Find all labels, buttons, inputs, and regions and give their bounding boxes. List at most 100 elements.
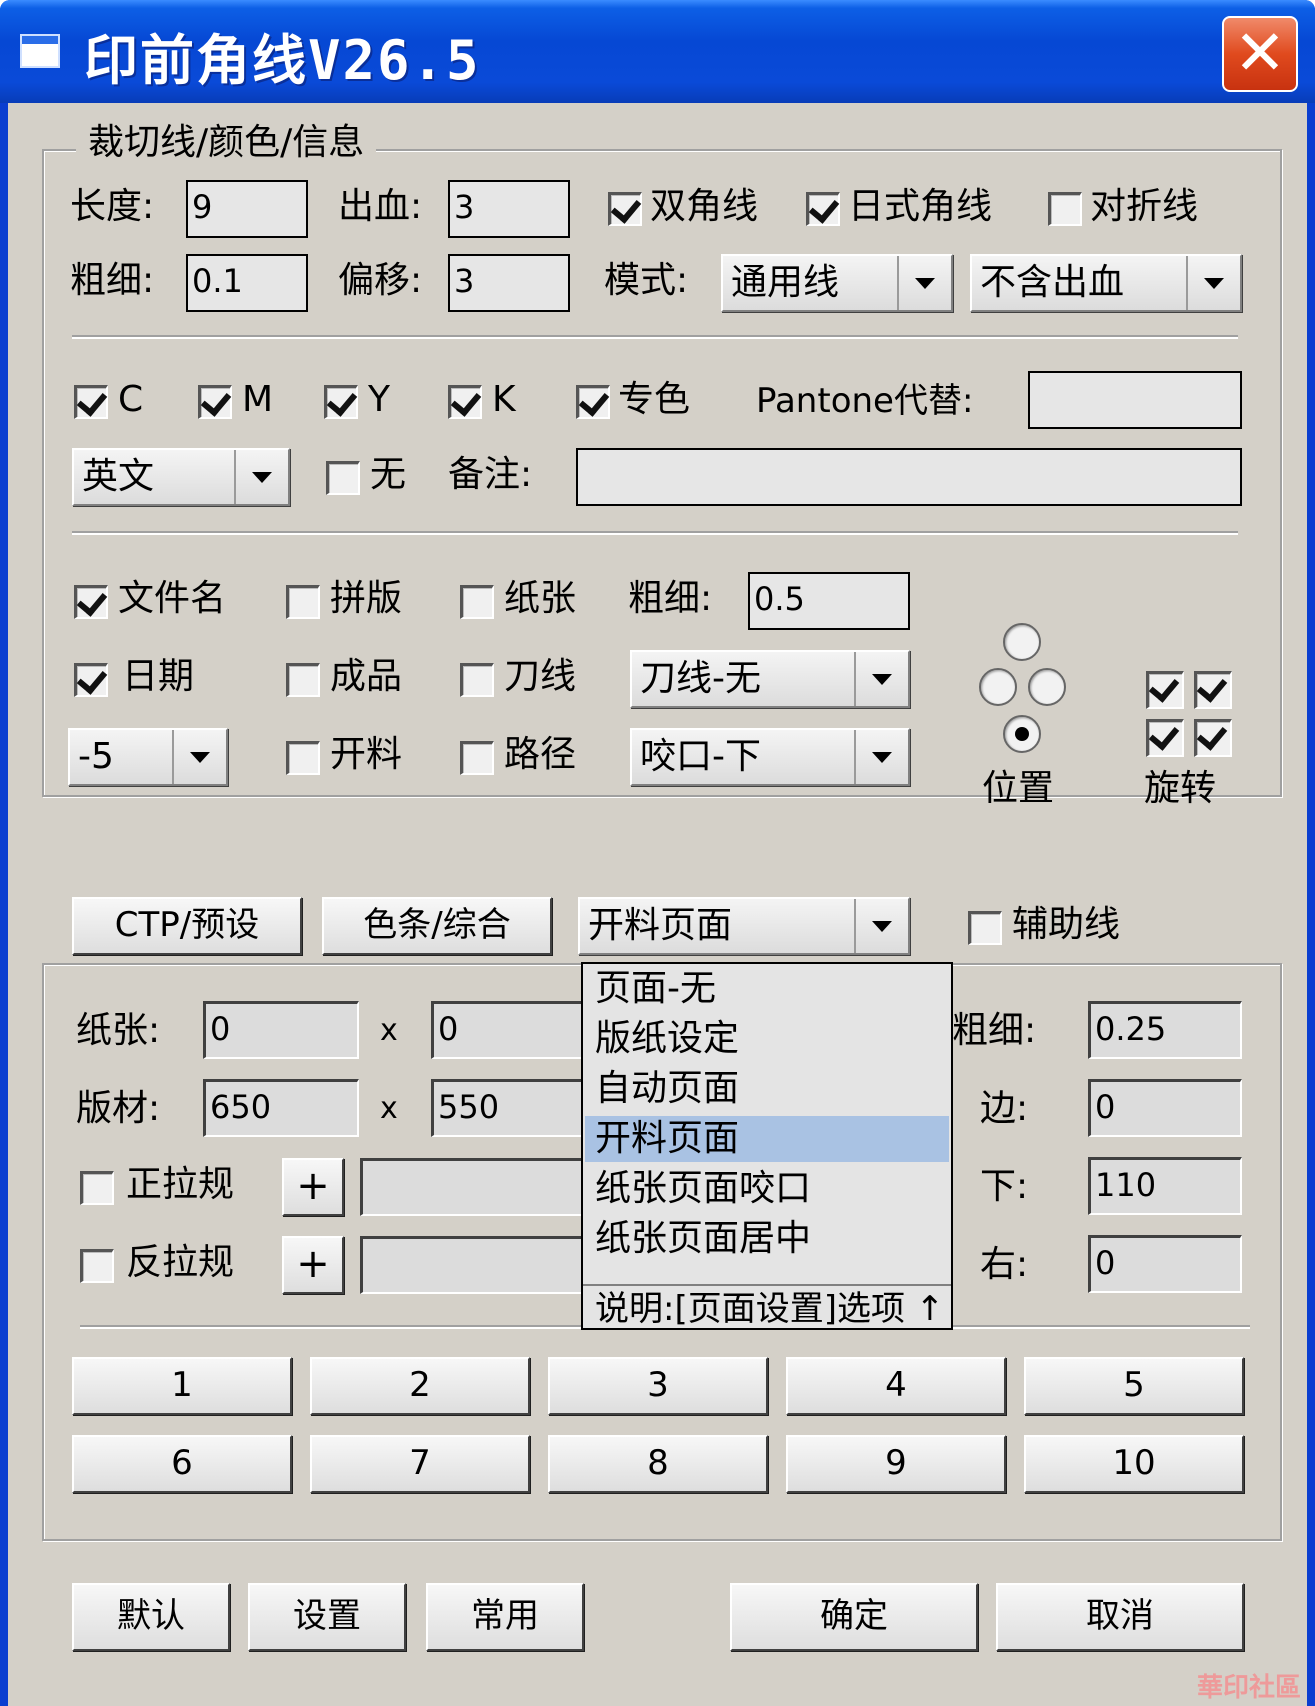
back-pull-input[interactable] — [360, 1236, 588, 1294]
left-right-label: 右: — [980, 1244, 1029, 1285]
length-input[interactable]: 9 — [186, 180, 308, 238]
position-top-radio[interactable] — [1003, 623, 1041, 661]
dropdown-item[interactable]: 版纸设定 — [585, 1016, 949, 1062]
position-label: 位置 — [982, 768, 1055, 809]
chevron-down-icon[interactable] — [1186, 256, 1240, 310]
chevron-down-icon[interactable] — [234, 450, 288, 504]
guide-checkbox[interactable] — [968, 911, 1002, 945]
color-m-checkbox[interactable] — [198, 385, 232, 419]
position-right-radio[interactable] — [1028, 668, 1066, 706]
rotate-bl-checkbox[interactable] — [1146, 719, 1184, 757]
title-bar[interactable]: 印前角线V26.5 ✕ — [0, 0, 1315, 103]
default-button[interactable]: 默认 — [72, 1583, 230, 1651]
dropdown-item[interactable]: 自动页面 — [585, 1066, 949, 1112]
preset-button-10[interactable]: 10 — [1024, 1435, 1244, 1493]
cut-checkbox[interactable] — [286, 741, 320, 775]
info-thickness-input[interactable]: 0.5 — [748, 572, 910, 630]
path-label: 路径 — [504, 734, 577, 775]
chevron-down-icon[interactable] — [172, 730, 226, 784]
paper-height-input[interactable]: 0 — [431, 1001, 587, 1059]
position-left-radio[interactable] — [979, 668, 1017, 706]
note-input[interactable] — [576, 448, 1242, 506]
back-pull-add-button[interactable]: + — [282, 1236, 344, 1294]
imposition-checkbox[interactable] — [286, 585, 320, 619]
left-right-input[interactable]: 0 — [1088, 1235, 1242, 1293]
common-button[interactable]: 常用 — [426, 1583, 584, 1651]
front-pull-checkbox[interactable] — [80, 1171, 114, 1205]
edge-label: 边: — [980, 1088, 1029, 1129]
thickness-input[interactable]: 0.1 — [186, 254, 308, 312]
color-c-checkbox[interactable] — [74, 385, 108, 419]
preset-button-2[interactable]: 2 — [310, 1357, 530, 1415]
imposition-label: 拼版 — [330, 578, 403, 619]
rotate-tl-checkbox[interactable] — [1146, 671, 1184, 709]
ctp-preset-button[interactable]: CTP/预设 — [72, 897, 302, 955]
colorbar-button[interactable]: 色条/综合 — [322, 897, 552, 955]
close-button[interactable]: ✕ — [1222, 16, 1298, 92]
rotate-br-checkbox[interactable] — [1194, 719, 1232, 757]
rotate-tr-checkbox[interactable] — [1194, 671, 1232, 709]
filename-checkbox[interactable] — [74, 585, 108, 619]
preset-button-1[interactable]: 1 — [72, 1357, 292, 1415]
pantone-input[interactable] — [1028, 371, 1242, 429]
offset-select[interactable]: -5 — [68, 728, 228, 786]
plate-height-input[interactable]: 550 — [431, 1079, 587, 1137]
line-thickness-input[interactable]: 0.25 — [1088, 1001, 1242, 1059]
preset-button-5[interactable]: 5 — [1024, 1357, 1244, 1415]
chevron-down-icon[interactable] — [854, 899, 908, 953]
language-select[interactable]: 英文 — [72, 448, 290, 506]
grip-select[interactable]: 咬口-下 — [630, 728, 910, 786]
dropdown-item[interactable]: 页面-无 — [585, 966, 949, 1012]
mode-select[interactable]: 通用线 — [721, 254, 953, 312]
paper-checkbox[interactable] — [460, 585, 494, 619]
knife-label: 刀线 — [504, 656, 577, 697]
finished-checkbox[interactable] — [286, 663, 320, 697]
preset-button-9[interactable]: 9 — [786, 1435, 1006, 1493]
window-icon — [20, 34, 60, 68]
page-select[interactable]: 开料页面 — [578, 897, 910, 955]
preset-button-8[interactable]: 8 — [548, 1435, 768, 1493]
separator — [72, 531, 1238, 535]
spot-color-checkbox[interactable] — [576, 385, 610, 419]
x-label: x — [380, 1091, 398, 1126]
settings-button[interactable]: 设置 — [248, 1583, 406, 1651]
up-down-input[interactable]: 110 — [1088, 1157, 1242, 1215]
fold-line-checkbox[interactable] — [1048, 192, 1082, 226]
dropdown-item[interactable]: 纸张页面咬口 — [585, 1166, 949, 1212]
dropdown-item-selected[interactable]: 开料页面 — [585, 1116, 949, 1162]
cancel-button[interactable]: 取消 — [996, 1583, 1244, 1651]
edge-input[interactable]: 0 — [1088, 1079, 1242, 1137]
front-pull-input[interactable] — [360, 1158, 588, 1216]
rotate-label: 旋转 — [1144, 768, 1217, 809]
japanese-corner-checkbox[interactable] — [806, 192, 840, 226]
preset-button-4[interactable]: 4 — [786, 1357, 1006, 1415]
preset-button-6[interactable]: 6 — [72, 1435, 292, 1493]
date-checkbox[interactable] — [74, 663, 108, 697]
front-pull-add-button[interactable]: + — [282, 1158, 344, 1216]
dropdown-item[interactable]: 纸张页面居中 — [585, 1216, 949, 1262]
pantone-label: Pantone代替: — [756, 381, 974, 421]
none-label: 无 — [370, 454, 407, 495]
bleed-mode-select[interactable]: 不含出血 — [970, 254, 1242, 312]
offset-input[interactable]: 3 — [448, 254, 570, 312]
plate-width-input[interactable]: 650 — [203, 1079, 359, 1137]
back-pull-checkbox[interactable] — [80, 1249, 114, 1283]
paper-width-input[interactable]: 0 — [203, 1001, 359, 1059]
ok-button[interactable]: 确定 — [730, 1583, 978, 1651]
none-checkbox[interactable] — [326, 461, 360, 495]
knife-select[interactable]: 刀线-无 — [630, 650, 910, 708]
chevron-down-icon[interactable] — [897, 256, 951, 310]
chevron-down-icon[interactable] — [854, 730, 908, 784]
knife-checkbox[interactable] — [460, 663, 494, 697]
double-corner-checkbox[interactable] — [608, 192, 642, 226]
position-bottom-radio[interactable] — [1003, 715, 1041, 753]
preset-button-3[interactable]: 3 — [548, 1357, 768, 1415]
date-label: 日期 — [122, 656, 195, 697]
path-checkbox[interactable] — [460, 741, 494, 775]
color-y-checkbox[interactable] — [324, 385, 358, 419]
color-m-label: M — [242, 379, 274, 420]
preset-button-7[interactable]: 7 — [310, 1435, 530, 1493]
chevron-down-icon[interactable] — [854, 652, 908, 706]
bleed-input[interactable]: 3 — [448, 180, 570, 238]
color-k-checkbox[interactable] — [448, 385, 482, 419]
